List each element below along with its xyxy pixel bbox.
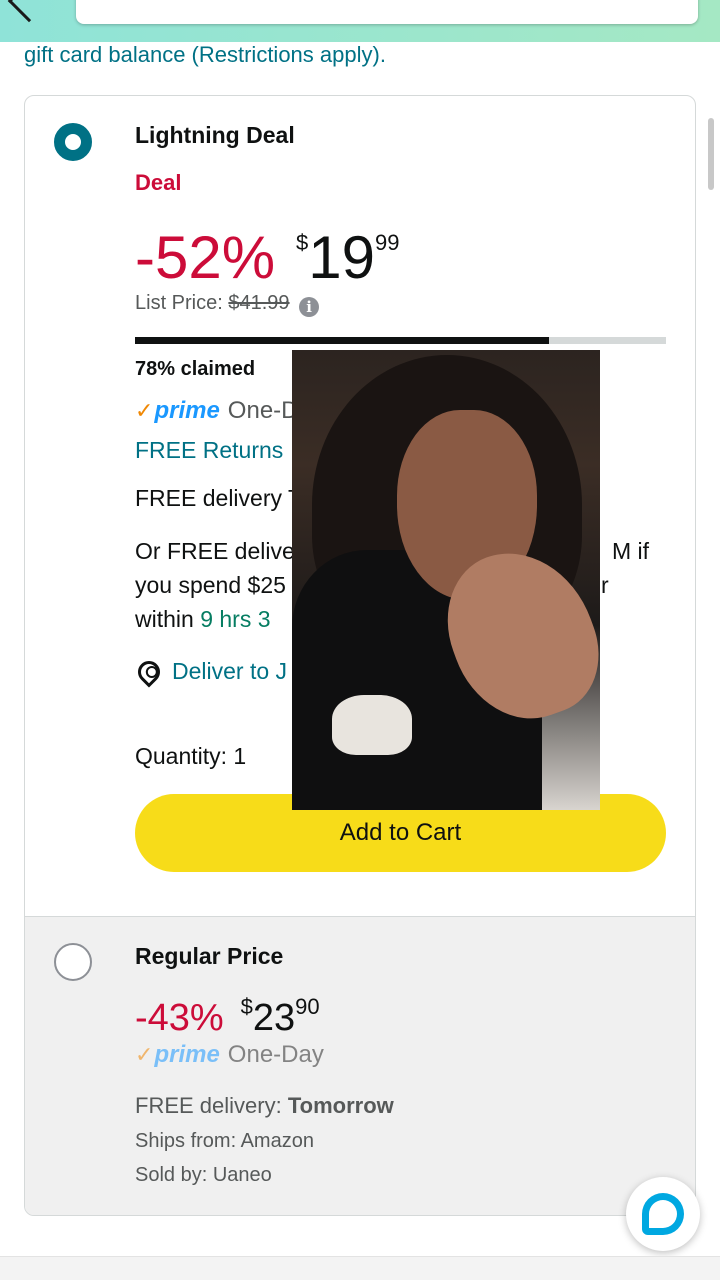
regular-price-fraction: 90 — [295, 994, 320, 1019]
lightning-price-fraction: 99 — [374, 230, 400, 255]
regular-delivery-row: FREE delivery: Tomorrow — [135, 1093, 394, 1119]
regular-currency: $ — [240, 994, 253, 1019]
claimed-progress-fill — [135, 337, 550, 344]
regular-price-radio[interactable] — [54, 943, 92, 981]
scrollbar[interactable] — [708, 118, 714, 190]
bottom-edge — [0, 1256, 720, 1280]
overlay-skull-graphic — [332, 695, 412, 755]
free-delivery-text: FREE delivery To — [135, 485, 313, 511]
list-price-value: $41.99 — [228, 292, 290, 314]
deliver-to-link[interactable]: Deliver to J — [172, 658, 287, 685]
regular-delivery-label: FREE delivery: — [135, 1093, 282, 1118]
prime-logo: prime — [154, 397, 220, 424]
video-overlay-image — [292, 350, 600, 810]
search-bar[interactable] — [76, 0, 698, 24]
or-delivery-line-1-end: M if — [612, 538, 650, 564]
regular-prime-logo: prime — [154, 1041, 220, 1068]
regular-price-whole: 23 — [252, 997, 296, 1039]
regular-delivery-day: Tomorrow — [287, 1093, 394, 1118]
lightning-price-whole: 19 — [308, 224, 375, 291]
search-input[interactable] — [136, 0, 556, 2]
regular-prime-check-icon: ✓ — [135, 1042, 154, 1067]
chat-assistant-button[interactable] — [626, 1177, 700, 1251]
prime-check-icon: ✓ — [135, 398, 154, 423]
list-price-label: List Price: — [135, 292, 223, 314]
within-label: within — [135, 606, 194, 632]
gift-card-restrictions-text[interactable]: gift card balance (Restrictions apply). — [24, 42, 386, 68]
ships-from-text: Ships from: Amazon — [135, 1130, 314, 1152]
regular-prime-row: ✓ prime One-Day — [135, 1041, 324, 1069]
free-returns-link[interactable]: FREE Returns — [135, 437, 283, 464]
or-delivery-line-1: Or FREE delive — [135, 538, 295, 564]
top-bar — [0, 0, 720, 42]
info-icon[interactable]: i — [299, 297, 320, 317]
back-arrow-icon[interactable] — [7, 0, 51, 23]
lightning-deal-title: Lightning Deal — [135, 122, 295, 148]
or-delivery-line-2: you spend $25 — [135, 572, 286, 598]
regular-price-option[interactable]: Regular Price -43% $2390 ✓ prime One-Day F… — [25, 916, 695, 1215]
lightning-currency: $ — [295, 230, 309, 255]
list-price-row: List Price: $41.99 i — [135, 292, 320, 317]
lightning-deal-radio[interactable] — [54, 123, 92, 161]
or-delivery-line-2-end: r — [601, 572, 609, 598]
location-pin-icon — [133, 656, 165, 688]
sold-by-text: Sold by: Uaneo — [135, 1164, 272, 1186]
claimed-progress-bar — [135, 337, 666, 344]
lightning-discount: -52% — [135, 224, 276, 291]
chat-bubble-icon — [642, 1193, 684, 1235]
quantity-selector[interactable]: Quantity: 1 — [135, 739, 246, 773]
countdown-timer: 9 hrs 3 — [200, 606, 271, 632]
regular-prime-speed: One-Day — [227, 1041, 324, 1068]
regular-price-title: Regular Price — [135, 943, 284, 969]
countdown-row: within 9 hrs 3 — [135, 602, 271, 636]
claimed-text: 78% claimed — [135, 358, 256, 380]
deal-badge: Deal — [135, 170, 182, 195]
regular-discount: -43% — [135, 997, 224, 1039]
